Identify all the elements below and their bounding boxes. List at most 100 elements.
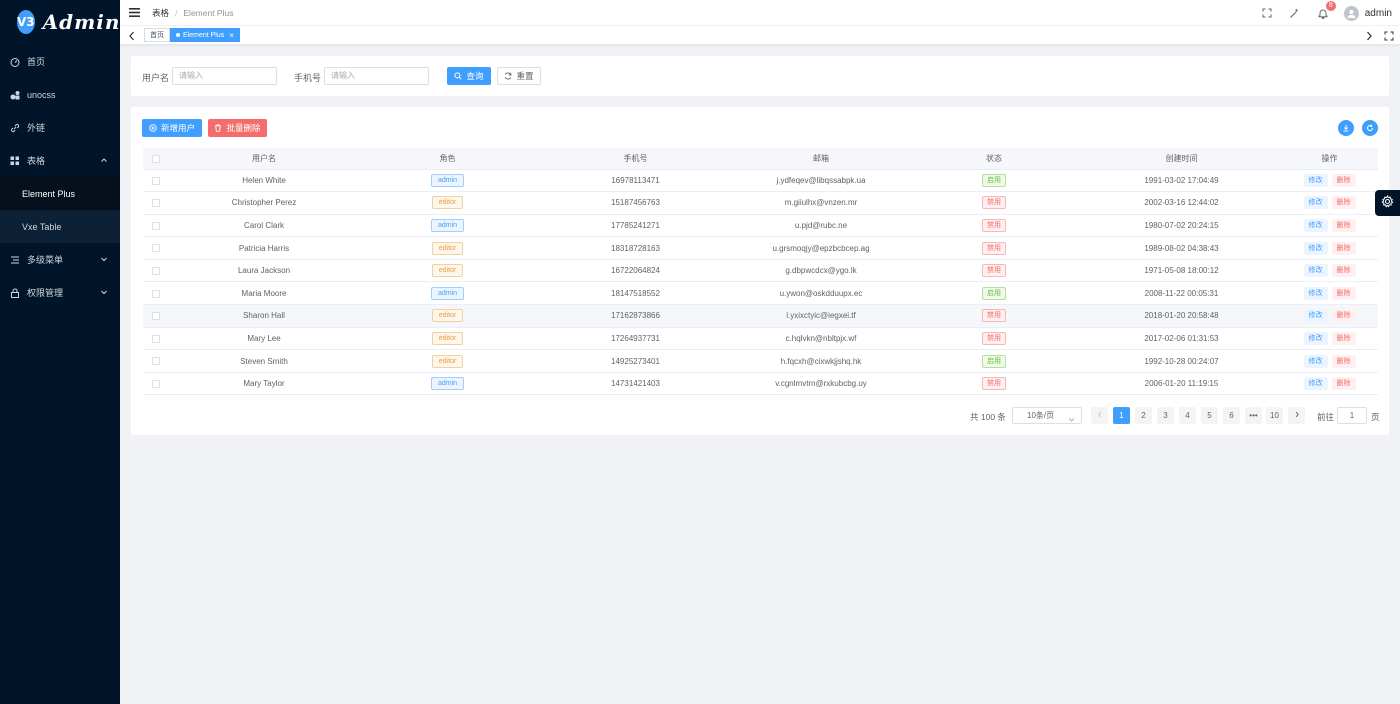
tag-element-plus[interactable]: Element Plus × [170,28,240,42]
status-cell: 启用 [906,281,1082,306]
edit-button[interactable]: 修改 [1303,196,1328,210]
row-checkbox[interactable] [151,221,160,230]
row-checkbox[interactable] [151,267,160,276]
chevron-left-icon[interactable] [128,30,136,44]
add-user-button[interactable]: 新增用户 [142,119,202,137]
page-button[interactable]: 1 [1113,407,1130,424]
row-checkbox[interactable] [151,244,160,253]
status-badge: 启用 [982,286,1006,300]
edit-button[interactable]: 修改 [1303,286,1328,300]
status-badge: 禁用 [982,196,1006,210]
edit-button[interactable]: 修改 [1303,173,1328,187]
chevron-right-icon[interactable] [1365,30,1373,44]
fullscreen-icon[interactable] [1260,6,1274,20]
notification-bell-icon[interactable]: 8 [1316,1,1336,20]
page-button[interactable]: 10 [1266,407,1283,424]
edit-button[interactable]: 修改 [1303,264,1328,278]
table-row[interactable]: Christopher Perez editor 15187456763 m.giiu… [143,191,1378,215]
breadcrumb-item[interactable]: 表格 [152,7,169,19]
delete-button[interactable]: 删除 [1331,241,1356,255]
sidebar-item-element-plus[interactable]: Element Plus [0,177,120,210]
table-row[interactable]: Mary Taylor admin 14731421403 v.cgnlmvtrn@r… [143,372,1378,396]
created-time-cell: 1980-07-02 20:24:15 [1082,214,1281,238]
row-checkbox[interactable] [151,199,160,208]
status-badge: 禁用 [982,331,1006,345]
page-button[interactable]: 4 [1179,407,1196,424]
edit-button[interactable]: 修改 [1303,309,1328,323]
delete-button[interactable]: 删除 [1331,309,1356,323]
status-badge: 禁用 [982,377,1006,391]
page-button[interactable]: 2 [1135,407,1152,424]
sidebar-item-unocss[interactable]: unocss [0,78,120,111]
edit-button[interactable]: 修改 [1303,218,1328,232]
phone-input[interactable]: 请输入 [324,67,429,85]
column-header: 操作 [1281,148,1378,170]
sidebar-item-table[interactable]: 表格 [0,144,120,177]
row-checkbox[interactable] [151,380,160,389]
table-row[interactable]: Helen White admin 16978113471 j.ydfeqev@lib… [143,169,1378,193]
select-all-checkbox[interactable] [151,154,160,163]
download-button[interactable] [1338,120,1354,136]
table-row[interactable]: Maria Moore admin 18147518552 u.ywon@oskddu… [143,281,1378,306]
query-button[interactable]: 查询 [447,67,491,85]
username[interactable]: admin [1365,8,1392,19]
username-cell: Carol Clark [168,214,360,238]
prev-page-button[interactable] [1091,407,1108,424]
sidebar-item-home[interactable]: 首页 [0,45,120,78]
page-size-select[interactable]: 10条/页 [1012,407,1082,424]
delete-button[interactable]: 删除 [1331,286,1356,300]
delete-button[interactable]: 删除 [1331,264,1356,278]
sidebar-item-link[interactable]: 外链 [0,111,120,144]
page-button[interactable]: 5 [1201,407,1218,424]
username-input[interactable]: 请输入 [172,67,277,85]
table-row[interactable]: Mary Lee editor 17264937731 c.hqlvkn@nbltpj… [143,327,1378,351]
phone-cell: 16722064824 [535,259,736,283]
edit-button[interactable]: 修改 [1303,377,1328,391]
row-checkbox[interactable] [151,176,160,185]
page-button[interactable]: 6 [1223,407,1240,424]
reset-button[interactable]: 重置 [497,67,541,85]
select-cell [143,304,168,328]
edit-button[interactable]: 修改 [1303,354,1328,368]
delete-button[interactable]: 删除 [1331,331,1356,345]
hamburger-icon[interactable] [129,6,141,20]
sidebar-item-vxe-table[interactable]: Vxe Table [0,210,120,243]
column-header: 手机号 [535,148,736,170]
next-page-button[interactable] [1288,407,1305,424]
sidebar-item-permission[interactable]: 权限管理 [0,276,120,309]
row-checkbox[interactable] [151,289,160,298]
settings-button[interactable] [1375,190,1400,216]
table-row[interactable]: Laura Jackson editor 16722064824 g.dbpwcdcx… [143,259,1378,283]
table-row[interactable]: Sharon Hall editor 17162873866 l.yxixctyic@… [143,304,1378,328]
delete-button[interactable]: 删除 [1331,173,1356,187]
unocss-icon [10,90,20,100]
table-row[interactable]: Steven Smith editor 14925273401 h.fqcxh@cix… [143,349,1378,373]
row-checkbox[interactable] [151,334,160,343]
delete-button[interactable]: 删除 [1331,354,1356,368]
close-icon[interactable]: × [229,31,234,40]
fullscreen-icon[interactable] [1384,30,1394,44]
batch-delete-button[interactable]: 批量删除 [208,119,267,137]
theme-magic-icon[interactable] [1288,6,1302,20]
table-row[interactable]: Carol Clark admin 17785241271 u.pjd@rubc.ne… [143,214,1378,238]
edit-button[interactable]: 修改 [1303,241,1328,255]
role-tag: editor [431,354,464,368]
page-more-button[interactable]: ••• [1245,407,1262,424]
email-cell: v.cgnlmvtrn@rxkubcbg.uy [736,372,906,396]
refresh-button[interactable] [1362,120,1378,136]
tag-home[interactable]: 首页 [144,28,170,42]
avatar[interactable] [1343,5,1359,21]
edit-button[interactable]: 修改 [1303,331,1328,345]
delete-button[interactable]: 删除 [1331,377,1356,391]
goto-page-input[interactable]: 1 [1337,407,1367,424]
page-button[interactable]: 3 [1157,407,1174,424]
row-checkbox[interactable] [151,312,160,321]
logo[interactable]: V3 Admin [0,0,120,44]
table-row[interactable]: Patricia Harris editor 18318728163 u.grsmoq… [143,236,1378,260]
row-checkbox[interactable] [151,357,160,366]
delete-button[interactable]: 删除 [1331,218,1356,232]
phone-cell: 16978113471 [535,169,736,193]
delete-button[interactable]: 删除 [1331,196,1356,210]
actions-cell: 修改 删除 [1281,169,1378,193]
sidebar-item-multilevel-menu[interactable]: 多级菜单 [0,243,120,276]
